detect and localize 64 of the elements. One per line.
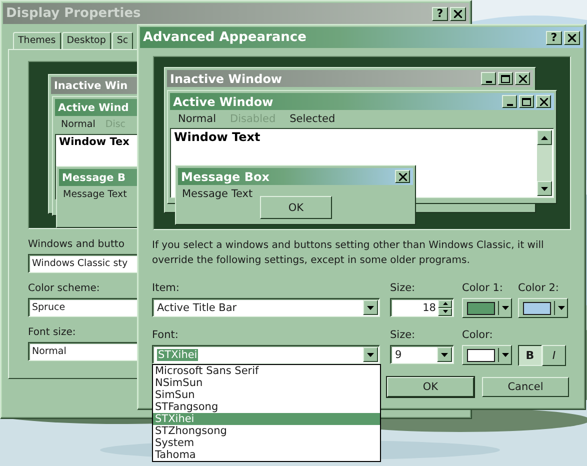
close-icon[interactable]	[540, 98, 548, 106]
menu-item[interactable]: Normal	[61, 119, 96, 132]
scroll-down-icon[interactable]	[537, 181, 552, 196]
dropdown-arrow-icon	[498, 348, 509, 362]
field-label: Item:	[152, 282, 180, 294]
scroll-up-icon[interactable]	[537, 130, 552, 145]
field-label: Color:	[462, 329, 493, 341]
field-label: Size:	[390, 329, 416, 341]
close-button[interactable]	[395, 170, 410, 183]
window-text: Window Text	[174, 130, 260, 144]
tab[interactable]: Desktop	[62, 32, 111, 49]
scrollbar[interactable]	[537, 130, 552, 196]
tab[interactable]: Sc	[112, 32, 134, 49]
message-text: Message Text	[182, 188, 253, 200]
window-title: Active Window	[173, 94, 274, 108]
close-button[interactable]	[564, 30, 580, 44]
ok-button[interactable]: OK	[260, 196, 332, 219]
field-label: Windows and butto	[28, 239, 124, 250]
dropdown-arrow-icon	[554, 301, 565, 315]
window-title: Message B	[62, 172, 126, 184]
dropdown-arrow-icon	[498, 301, 509, 315]
help-button[interactable]: ?	[546, 30, 562, 44]
field-label: Size:	[390, 282, 416, 294]
color-picker-button[interactable]	[518, 298, 568, 318]
window-title: Inactive Win	[54, 80, 128, 92]
window-text: Window Tex	[59, 136, 130, 148]
spin-up-icon[interactable]	[438, 300, 452, 308]
message-text: Message Text	[63, 189, 127, 200]
cancel-button[interactable]: Cancel	[482, 377, 569, 397]
field-label: Color 1:	[462, 282, 503, 294]
description-text: If you select a windows and buttons setting other than Windows Classic, it will override the following settings, except in some older programs.	[152, 239, 545, 268]
bold-button[interactable]: B	[518, 345, 542, 366]
field-label: Color scheme:	[28, 283, 100, 294]
window-title: Advanced Appearance	[143, 30, 306, 45]
list-option[interactable]: Tahoma	[153, 449, 380, 461]
close-icon[interactable]	[568, 34, 576, 42]
dropdown-field[interactable]: Active Title Bar	[152, 298, 380, 317]
window-title: Message Box	[181, 170, 270, 184]
menu-item[interactable]: Selected	[290, 113, 336, 126]
spin-field[interactable]: 18	[390, 298, 454, 317]
tab[interactable]: Themes	[13, 32, 61, 49]
maximize-icon[interactable]	[522, 98, 531, 106]
window-title: Display Properties	[6, 6, 141, 21]
list-option[interactable]: SimSun	[153, 389, 380, 401]
close-icon[interactable]	[398, 172, 406, 180]
menu-item[interactable]: Normal	[178, 113, 216, 126]
color-picker-button[interactable]	[462, 345, 512, 365]
field-label: Font size:	[28, 327, 76, 338]
maximize-button[interactable]	[519, 95, 534, 108]
color-picker-button[interactable]	[462, 298, 512, 318]
italic-button[interactable]: I	[542, 345, 566, 366]
list-option[interactable]: STFangsong	[153, 401, 380, 413]
list-option[interactable]: STZhongsong	[153, 425, 380, 437]
minimize-button[interactable]	[502, 95, 517, 108]
window-title: Inactive Window	[170, 72, 282, 86]
ok-button[interactable]: OK	[387, 377, 474, 397]
field-label: Font:	[152, 329, 178, 341]
list-option[interactable]: NSimSun	[153, 377, 380, 389]
dropdown-field[interactable]: 9	[390, 345, 454, 364]
list-option[interactable]: System	[153, 437, 380, 449]
window-title: Active Wind	[58, 102, 129, 114]
field-label: Color 2:	[518, 282, 559, 294]
list-option[interactable]: Microsoft Sans Serif	[153, 365, 380, 377]
close-button[interactable]	[536, 95, 551, 108]
